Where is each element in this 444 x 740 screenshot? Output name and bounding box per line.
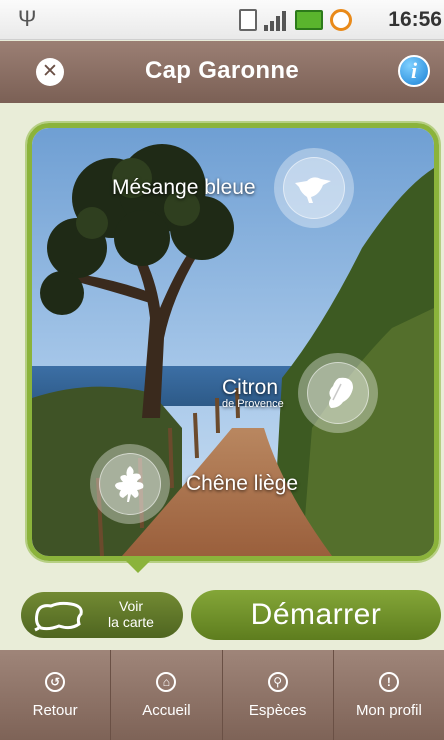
map-icon: [34, 601, 83, 632]
hotspot-label: Citron de Provence: [222, 376, 284, 410]
tab-especes[interactable]: ⚲ Espèces: [223, 650, 334, 740]
battery-icon: [295, 10, 323, 30]
tab-accueil[interactable]: ⌂ Accueil: [111, 650, 223, 740]
home-icon: ⌂: [156, 672, 177, 692]
hotspot-label: Mésange bleue: [112, 176, 256, 199]
view-map-button[interactable]: Voir la carte: [21, 592, 183, 638]
start-button[interactable]: Démarrer: [191, 590, 441, 640]
main-panel: Mésange bleue Citron de Provence Chêne l…: [0, 103, 444, 590]
sim-icon: [239, 9, 257, 31]
info-icon[interactable]: i: [398, 55, 430, 87]
view-map-label: Voir la carte: [91, 598, 171, 630]
hotspot-circle: [90, 444, 170, 524]
title-bar: ✕ Cap Garonne i: [0, 41, 444, 103]
profile-icon: !: [378, 672, 399, 692]
view-map-label-line1: Voir: [118, 598, 144, 614]
butterfly-icon: [306, 362, 369, 424]
status-icons: [239, 9, 352, 31]
hotspot-mesange-bleue[interactable]: Mésange bleue: [112, 148, 354, 228]
back-icon: ↺: [45, 672, 66, 692]
signal-icon: [264, 9, 288, 31]
tab-retour[interactable]: ↺ Retour: [0, 650, 112, 740]
action-row: Voir la carte Démarrer: [0, 590, 444, 650]
view-map-label-line2: la carte: [108, 614, 154, 630]
hotspot-chene-liege[interactable]: Chêne liège: [90, 444, 298, 524]
alarm-icon: [330, 9, 352, 31]
tab-label: Accueil: [142, 702, 191, 719]
tab-mon-profil[interactable]: ! Mon profil: [334, 650, 444, 740]
hotspot-circle: [297, 353, 378, 433]
hotspot-label: Chêne liège: [186, 472, 299, 495]
hotspot-sublabel: de Provence: [222, 398, 284, 410]
hotspot-label-main: Citron: [222, 376, 279, 399]
oak-leaf-icon: [99, 453, 161, 515]
hotspot-citron-de-provence[interactable]: Citron de Provence: [222, 353, 378, 433]
usb-icon: Ψ: [18, 6, 37, 31]
hotspot-circle: [273, 148, 354, 228]
page-title: Cap Garonne: [145, 57, 299, 84]
tab-label: Espèces: [248, 702, 307, 719]
callout-pointer: [122, 557, 154, 573]
status-bar: Ψ 16:56: [0, 0, 444, 40]
bird-icon: [282, 157, 345, 219]
tab-label: Retour: [32, 702, 78, 719]
status-time: 16:56: [388, 8, 442, 31]
tab-label: Mon profil: [355, 702, 422, 719]
species-icon: ⚲: [267, 672, 288, 692]
bottom-tab-bar: ↺ Retour ⌂ Accueil ⚲ Espèces ! Mon profi…: [0, 650, 444, 740]
photo-frame: Mésange bleue Citron de Provence Chêne l…: [27, 123, 439, 561]
